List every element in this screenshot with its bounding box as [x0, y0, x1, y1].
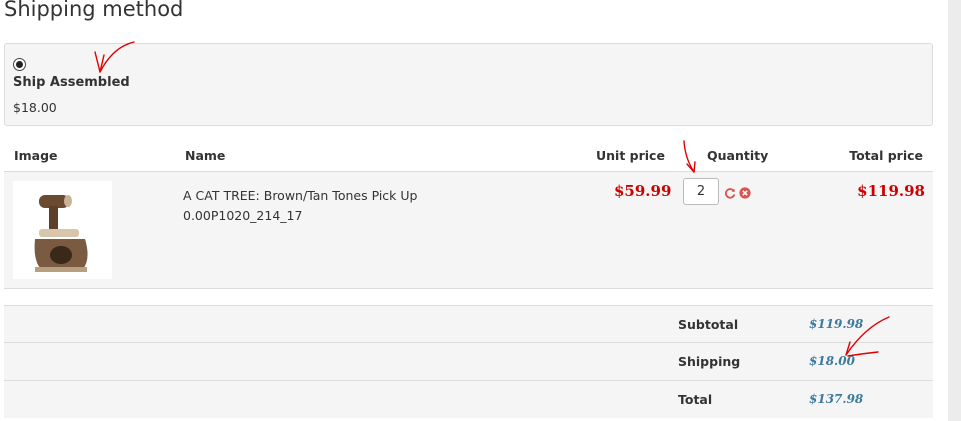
col-header-quantity: Quantity: [707, 148, 769, 163]
shipping-method-price: $18.00: [13, 100, 57, 115]
col-header-image: Image: [14, 148, 58, 163]
subtotal-label: Subtotal: [678, 317, 739, 332]
total-row: Total $137.98: [4, 380, 933, 418]
shipping-method-panel: Ship Assembled $18.00: [4, 43, 933, 126]
radio-selected-dot: [16, 61, 23, 68]
cat-tree-image: [34, 195, 88, 272]
shipping-row: Shipping $18.00: [4, 342, 933, 380]
product-thumbnail[interactable]: [13, 181, 112, 279]
section-title: Shipping method: [4, 0, 184, 21]
product-name[interactable]: A CAT TREE: Brown/Tan Tones Pick Up 0.00…: [183, 186, 417, 226]
col-header-unit-price: Unit price: [596, 148, 665, 163]
refresh-icon[interactable]: [724, 184, 736, 199]
scrollbar-track[interactable]: [948, 0, 961, 421]
table-row: A CAT TREE: Brown/Tan Tones Pick Up 0.00…: [4, 172, 933, 289]
col-header-name: Name: [185, 148, 226, 163]
line-total-price: $119.98: [857, 182, 925, 200]
remove-icon[interactable]: [739, 184, 751, 199]
subtotal-row: Subtotal $119.98: [4, 305, 933, 343]
ship-assembled-radio[interactable]: [13, 58, 26, 71]
shipping-value: $18.00: [809, 354, 855, 368]
product-name-line1: A CAT TREE: Brown/Tan Tones Pick Up: [183, 188, 418, 203]
quantity-input[interactable]: [683, 178, 719, 205]
product-name-line2: 0.00P1020_214_17: [183, 208, 303, 223]
shipping-method-name: Ship Assembled: [13, 75, 130, 90]
total-value: $137.98: [809, 392, 864, 406]
unit-price: $59.99: [614, 182, 672, 200]
col-header-total-price: Total price: [849, 148, 923, 163]
shipping-label: Shipping: [678, 354, 741, 369]
cart-table-header: Image Name Unit price Quantity Total pri…: [4, 140, 933, 172]
subtotal-value: $119.98: [809, 317, 864, 331]
total-label: Total: [678, 392, 713, 407]
